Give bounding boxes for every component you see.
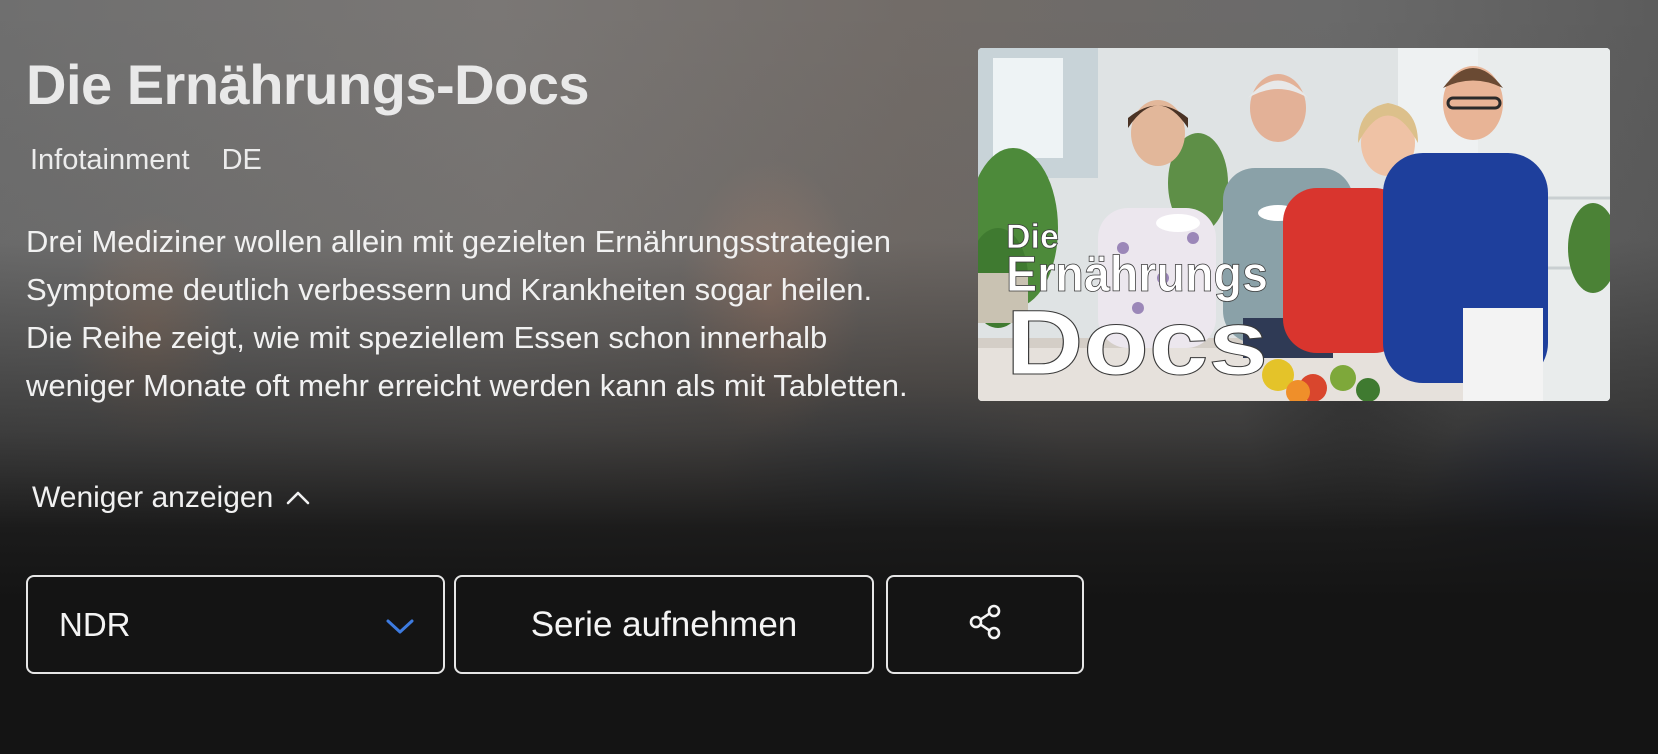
channel-select[interactable]: NDR [26, 575, 445, 674]
share-button[interactable] [886, 575, 1084, 674]
share-icon [967, 604, 1003, 645]
show-less-toggle[interactable]: Weniger anzeigen [32, 481, 311, 515]
show-cover-image: Die Ernährungs Docs [978, 48, 1610, 401]
chevron-down-icon [385, 606, 415, 644]
show-less-label: Weniger anzeigen [32, 481, 274, 514]
country-label: DE [221, 144, 262, 176]
record-series-label: Serie aufnehmen [530, 604, 798, 644]
genre-label: Infotainment [30, 144, 190, 176]
show-description: Drei Mediziner wollen allein mit gezielt… [26, 224, 908, 403]
show-title: Die Ernährungs-Docs [26, 53, 590, 116]
show-meta: Infotainment DE [30, 144, 262, 177]
chevron-up-icon [285, 489, 311, 507]
record-series-button[interactable]: Serie aufnehmen [454, 575, 874, 674]
cover-logo-line3: Docs [1006, 292, 1268, 394]
show-detail-page: Die Ernährungs-Docs Infotainment DE Drei… [0, 0, 1658, 754]
channel-select-value: NDR [59, 605, 131, 643]
